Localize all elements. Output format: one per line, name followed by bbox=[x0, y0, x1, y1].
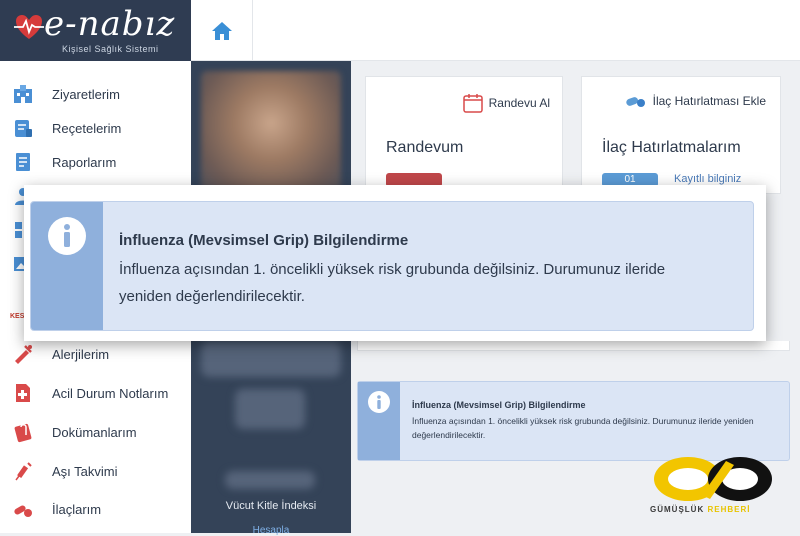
sidebar-item-label: İlaçlarım bbox=[52, 501, 102, 517]
appointment-title: Randevum bbox=[386, 139, 464, 156]
sidebar-item-asi-takvimi[interactable]: Aşı Takvimi bbox=[0, 454, 191, 488]
logo-subtitle: Kişisel Sağlık Sistemi bbox=[62, 44, 159, 54]
pills-icon bbox=[14, 505, 32, 517]
influenza-modal: İnfluenza (Mevsimsel Grip) Bilgilendirme… bbox=[24, 185, 766, 341]
sidebar-item-recetelerim[interactable]: Reçetelerim bbox=[0, 111, 191, 145]
logo[interactable]: e-nabız Kişisel Sağlık Sistemi bbox=[0, 0, 191, 61]
appointment-card: Randevu Al Randevum bbox=[365, 76, 563, 194]
bmi-label: Vücut Kitle İndeksi bbox=[225, 500, 317, 512]
info-icon bbox=[368, 391, 390, 413]
medicine-reminder-title: İlaç Hatırlatmalarım bbox=[602, 139, 741, 156]
top-bar bbox=[191, 0, 800, 61]
logo-text: e-nabız bbox=[44, 4, 176, 44]
blurred-info bbox=[201, 341, 341, 377]
sidebar-item-ilaclarim[interactable]: İlaçlarım bbox=[0, 492, 191, 526]
influenza-info-alert-large: İnfluenza (Mevsimsel Grip) Bilgilendirme… bbox=[30, 201, 754, 331]
sidebar-item-dokumanlarim[interactable]: Dokümanlarım bbox=[0, 415, 191, 449]
sidebar-item-label: Aşı Takvimi bbox=[52, 463, 118, 479]
blurred-info bbox=[235, 389, 305, 429]
sidebar-item-ziyaretlerim[interactable]: Ziyaretlerim bbox=[0, 77, 191, 111]
hospital-icon bbox=[14, 85, 32, 103]
section-label: KES bbox=[10, 313, 25, 320]
book-appointment-button[interactable]: Randevu Al bbox=[462, 93, 550, 113]
prescription-icon bbox=[15, 120, 32, 137]
pill-icon bbox=[625, 97, 645, 107]
bmi-calculate-link[interactable]: Hesapla bbox=[191, 525, 351, 536]
blurred-info bbox=[225, 471, 315, 489]
emergency-note-icon bbox=[16, 384, 30, 402]
sidebar-item-raporlarim[interactable]: Raporlarım bbox=[0, 145, 191, 179]
medicine-reminder-card: İlaç Hatırlatması Ekle İlaç Hatırlatmala… bbox=[581, 76, 781, 194]
reminder-note: Kayıtlı bilginiz bbox=[674, 173, 742, 185]
watermark-text: GÜMÜŞLÜK REHBERİ bbox=[650, 505, 751, 514]
info-icon-band bbox=[31, 202, 103, 330]
alert-title: İnfluenza (Mevsimsel Grip) Bilgilendirme bbox=[412, 400, 586, 410]
sidebar-item-label: Alerjilerim bbox=[52, 346, 110, 362]
avatar bbox=[201, 71, 341, 201]
add-medicine-reminder-label: İlaç Hatırlatması Ekle bbox=[652, 94, 766, 108]
sidebar-item-label: Reçetelerim bbox=[52, 120, 122, 136]
sidebar-item-label: Acil Durum Notlarım bbox=[52, 385, 169, 401]
book-appointment-label: Randevu Al bbox=[488, 96, 550, 110]
info-icon-band bbox=[358, 382, 400, 460]
heart-pulse-icon bbox=[14, 15, 44, 39]
sidebar-item-label: Dokümanlarım bbox=[52, 424, 137, 440]
influenza-info-alert: İnfluenza (Mevsimsel Grip) Bilgilendirme… bbox=[357, 381, 790, 461]
modal-alert-body: İnfluenza açısından 1. öncelikli yüksek … bbox=[119, 261, 666, 305]
vaccine-icon bbox=[15, 462, 32, 481]
document-icon bbox=[14, 423, 32, 443]
home-button[interactable] bbox=[191, 0, 253, 61]
modal-alert-title: İnfluenza (Mevsimsel Grip) Bilgilendirme bbox=[119, 232, 409, 249]
calendar-icon bbox=[462, 94, 483, 113]
alert-body: İnfluenza açısından 1. öncelikli yüksek … bbox=[412, 416, 754, 440]
sidebar-item-alerjilerim[interactable]: Alerjilerim bbox=[0, 337, 191, 371]
sidebar-item-acil-durum[interactable]: Acil Durum Notlarım bbox=[0, 376, 191, 410]
sidebar-item-label: Ziyaretlerim bbox=[52, 86, 120, 102]
report-icon bbox=[16, 153, 30, 171]
info-icon bbox=[48, 217, 86, 255]
allergy-icon bbox=[15, 345, 32, 364]
sidebar-item-label: Raporlarım bbox=[52, 154, 117, 170]
home-icon bbox=[211, 21, 232, 40]
background-card bbox=[357, 341, 790, 351]
add-medicine-reminder-button[interactable]: İlaç Hatırlatması Ekle bbox=[625, 93, 766, 109]
